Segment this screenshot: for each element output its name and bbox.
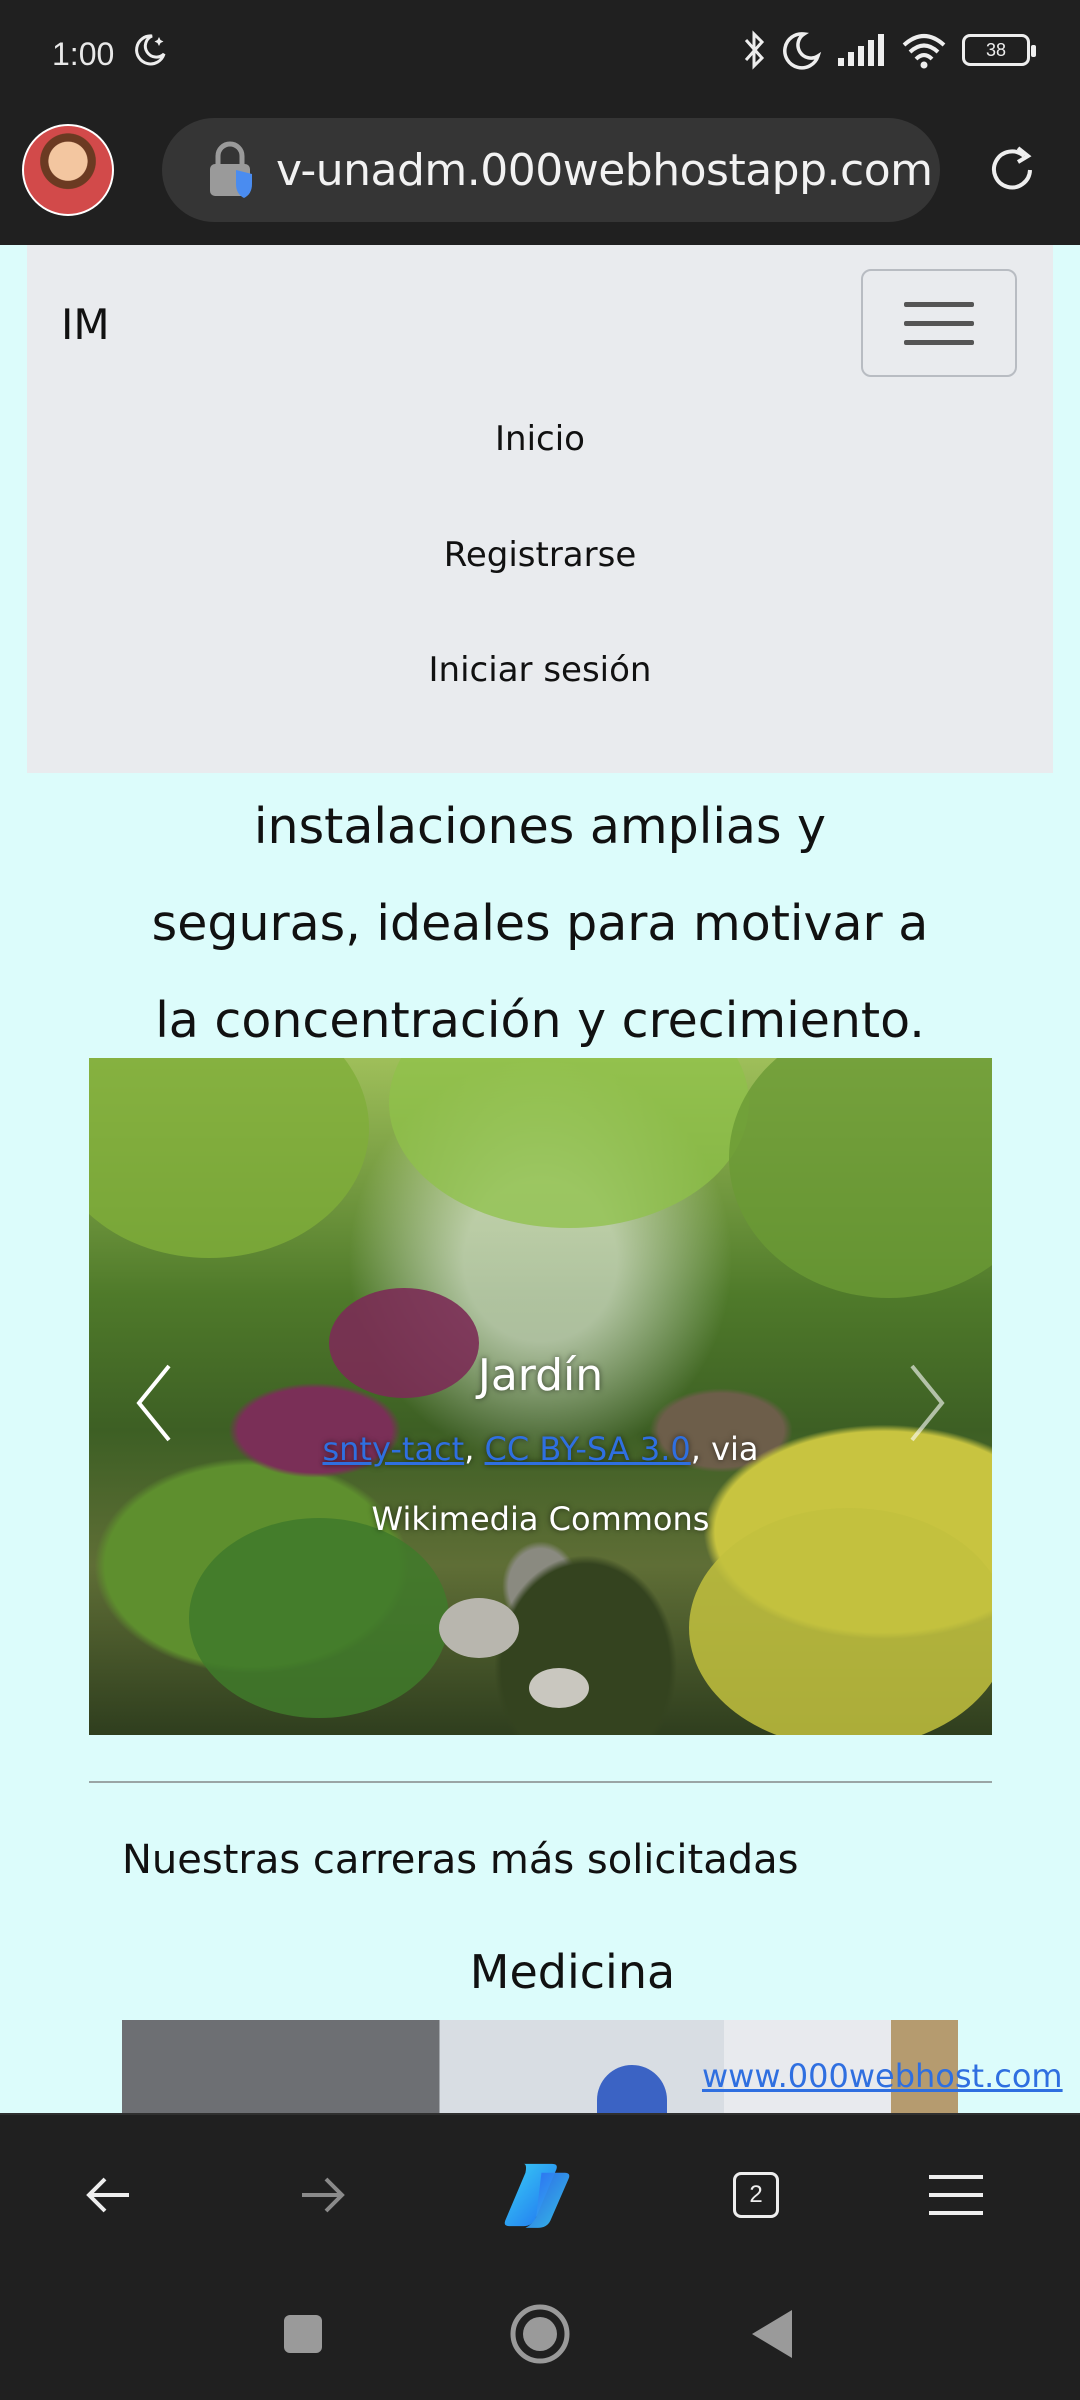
hamburger-line <box>904 301 974 307</box>
image-carousel[interactable]: Jardín snty-tact, CC BY-SA 3.0, via Wiki… <box>89 1058 992 1735</box>
intro-line: instalaciones amplias y <box>253 798 827 855</box>
do-not-disturb-icon <box>783 32 822 70</box>
address-bar[interactable]: v-unadm.000webhostapp.com <box>162 118 940 222</box>
navbar-toggler-button[interactable] <box>861 269 1017 377</box>
hamburger-line <box>904 320 974 326</box>
lock-icon[interactable] <box>206 140 258 200</box>
nav-link-registrarse[interactable]: Registrarse <box>27 535 1053 575</box>
back-icon <box>86 2177 129 2213</box>
bluetooth-icon <box>744 30 765 70</box>
battery-level: 38 <box>985 39 1007 60</box>
forward-icon <box>302 2177 345 2213</box>
copilot-icon <box>504 2163 570 2228</box>
intro-line: la concentración y crecimiento. <box>155 992 925 1049</box>
tabs-button[interactable]: 2 <box>716 2155 796 2235</box>
site-navbar: IM Inicio Registrarse Iniciar sesión <box>27 245 1053 773</box>
credit-license-link[interactable]: CC BY-SA 3.0 <box>485 1430 691 1468</box>
credit-separator: , <box>464 1430 485 1468</box>
browser-toolbar: v-unadm.000webhostapp.com <box>0 110 1080 245</box>
status-icons: 38 <box>740 30 1036 70</box>
intro-line: seguras, ideales para motivar a <box>151 895 929 952</box>
status-bar: 1:00 38 <box>0 0 1080 110</box>
hamburger-line <box>904 339 974 345</box>
nav-link-iniciar-sesion[interactable]: Iniciar sesión <box>27 650 1053 690</box>
hosting-watermark-link[interactable]: www.000webhost.com <box>702 2057 1063 2095</box>
tab-count-icon: 2 <box>733 2172 779 2218</box>
credit-author-link[interactable]: snty-tact <box>322 1430 464 1468</box>
status-time: 1:00 <box>52 36 115 72</box>
wifi-icon <box>902 34 946 69</box>
section-divider <box>89 1781 992 1783</box>
forward-button[interactable] <box>283 2155 363 2235</box>
credit-via: , via <box>690 1430 759 1468</box>
carousel-caption-credit: snty-tact, CC BY-SA 3.0, via Wikimedia C… <box>89 1414 992 1554</box>
intro-paragraph: instalaciones amplias y seguras, ideales… <box>90 778 990 1069</box>
signal-icon <box>838 34 884 66</box>
url-text[interactable]: v-unadm.000webhostapp.com <box>276 145 933 196</box>
menu-icon <box>929 2175 983 2215</box>
carousel-caption-title: Jardín <box>477 1350 604 1401</box>
credit-source: Wikimedia Commons <box>371 1500 710 1538</box>
navbar-brand[interactable]: IM <box>61 300 110 349</box>
web-page: IM Inicio Registrarse Iniciar sesión ins… <box>0 245 1080 2113</box>
reload-icon[interactable] <box>982 140 1042 200</box>
careers-section-title: Nuestras carreras más solicitadas <box>122 1837 799 1883</box>
system-navigation-bar <box>0 2268 1080 2400</box>
career-title: Medicina <box>469 1945 676 1999</box>
copilot-button[interactable] <box>497 2155 577 2235</box>
night-mode-icon <box>135 34 166 66</box>
browser-bottom-toolbar: 2 <box>0 2113 1080 2270</box>
recents-icon[interactable] <box>282 2313 324 2355</box>
back-button[interactable] <box>68 2155 148 2235</box>
home-icon[interactable] <box>508 2302 572 2366</box>
nav-link-inicio[interactable]: Inicio <box>27 419 1053 459</box>
career-image-detail <box>597 2065 667 2113</box>
menu-button[interactable] <box>916 2155 996 2235</box>
avatar[interactable] <box>22 124 114 216</box>
back-nav-icon[interactable] <box>750 2308 794 2360</box>
battery-icon: 38 <box>962 34 1036 66</box>
